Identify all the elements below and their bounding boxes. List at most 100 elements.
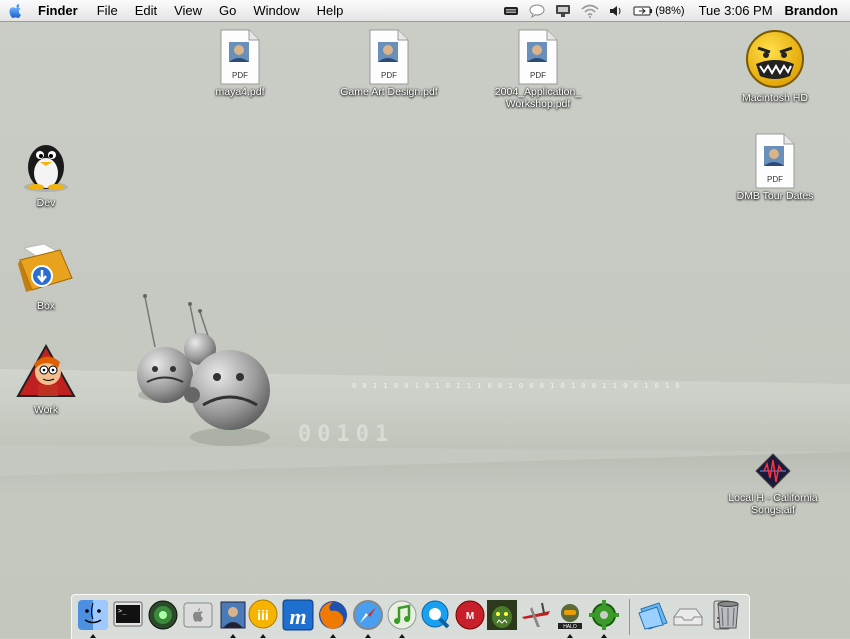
terminal-icon: >_	[113, 601, 143, 627]
wifi-icon[interactable]	[581, 4, 599, 18]
svg-text:M: M	[466, 611, 474, 622]
desktop-icon-dev[interactable]: Dev	[0, 135, 101, 209]
dock-item-maya[interactable]: m	[282, 599, 314, 631]
dock-item-ichat[interactable]: iii	[247, 599, 279, 638]
dock-item-finder[interactable]	[77, 599, 109, 638]
dock-item-system-preferences[interactable]	[182, 599, 214, 631]
pdf-file-icon: PDF	[754, 132, 796, 189]
menu-help[interactable]: Help	[317, 3, 344, 18]
puzzle-gear-icon	[589, 600, 619, 630]
svg-text:iii: iii	[257, 607, 269, 623]
dock-item-puzzle[interactable]	[588, 599, 620, 638]
chat-icon: iii	[248, 599, 278, 629]
desktop-icon-game-art-design-pdf[interactable]: PDF Game Art Design.pdf	[334, 28, 444, 98]
finder-icon	[78, 600, 108, 630]
menu-app-finder[interactable]: Finder	[38, 3, 78, 18]
menu-go[interactable]: Go	[219, 3, 236, 18]
fry-folder-icon	[16, 343, 76, 397]
pdf-badge: PDF	[381, 71, 397, 80]
menu-clock[interactable]: Tue 3:06 PM	[699, 3, 773, 18]
desktop-icon-box[interactable]: Box	[0, 238, 101, 312]
apple-prefs-icon	[183, 602, 213, 628]
dock-item-airplane[interactable]	[520, 599, 552, 631]
svg-text:HALO: HALO	[563, 624, 577, 630]
pdf-file-icon: PDF	[517, 28, 559, 85]
penguin-folder-icon	[24, 145, 68, 192]
hard-drive-icon	[746, 30, 804, 88]
dock-item-safari[interactable]	[352, 599, 384, 638]
volume-icon[interactable]	[609, 4, 623, 18]
desktop-wallpaper: 0 0 1 1 0 0 1 0 1 0 1 1 1 0 0 1 0 0 0 1 …	[0, 22, 850, 638]
running-indicator	[365, 634, 371, 638]
dock-item-halo[interactable]: HALO	[554, 599, 586, 638]
airplane-icon	[522, 602, 550, 627]
pdf-badge: PDF	[767, 175, 783, 184]
desktop-icon-label: Work	[33, 404, 59, 416]
running-indicator	[399, 634, 405, 638]
preview-icon	[220, 601, 246, 629]
dock-item-documents[interactable]	[637, 599, 669, 631]
battery-percent: (98%)	[655, 4, 685, 17]
running-indicator	[601, 634, 607, 638]
orc-icon	[487, 600, 517, 630]
desktop-icon-label: Macintosh HD	[742, 92, 808, 104]
desktop-icon-label: Game Art Design.pdf	[340, 86, 438, 98]
dock-item-maya-2[interactable]: M	[454, 599, 486, 631]
running-indicator	[260, 634, 266, 638]
dock-item-preview[interactable]	[217, 599, 249, 638]
itunes-icon	[387, 600, 417, 630]
running-indicator	[567, 634, 573, 638]
desktop-icon-label: maya4.pdf	[215, 86, 265, 98]
desktop-icon-work[interactable]: Work	[0, 342, 101, 416]
pdf-file-icon: PDF	[368, 28, 410, 85]
globe-icon	[148, 600, 178, 630]
audio-file-icon	[755, 453, 791, 489]
desktop-icon-maya4-pdf[interactable]: PDF maya4.pdf	[185, 28, 295, 98]
chat-status-icon[interactable]	[529, 4, 545, 18]
desktop-icon-label: Box	[36, 300, 56, 312]
dock-item-quicktime[interactable]	[420, 599, 452, 631]
running-indicator	[330, 634, 336, 638]
dock: >_ iii m M HALO	[71, 594, 750, 639]
dock-item-warcraft[interactable]	[486, 599, 518, 631]
desktop-icon-2004-application-workshop-pdf[interactable]: PDF 2004_Application_Workshop.pdf	[483, 28, 593, 110]
pdf-badge: PDF	[232, 71, 248, 80]
pdf-file-icon: PDF	[219, 28, 261, 85]
desktop-icon-label: 2004_Application_Workshop.pdf	[494, 86, 582, 110]
desktop-icon-label: Local H - California Songs.aif	[728, 492, 818, 516]
documents-stack-icon	[638, 602, 668, 630]
desktop-icon-local-h-california-songs-aif[interactable]: Local H - California Songs.aif	[718, 452, 828, 516]
menu-file[interactable]: File	[97, 3, 118, 18]
pdf-badge: PDF	[530, 71, 546, 80]
desktop-icon-label: Dev	[36, 197, 56, 209]
dock-item-mail[interactable]	[672, 599, 704, 631]
menu-user[interactable]: Brandon	[785, 3, 838, 18]
safari-icon	[353, 600, 383, 630]
halo-icon: HALO	[558, 604, 582, 630]
dock-item-firefox[interactable]	[317, 599, 349, 638]
wallpaper-big-binary: 00101	[298, 422, 395, 447]
running-indicator	[90, 634, 96, 638]
battery-icon[interactable]: (98%)	[633, 4, 685, 17]
display-icon[interactable]	[555, 4, 571, 18]
dock-item-itunes[interactable]	[386, 599, 418, 638]
dropbox-folder-icon	[18, 243, 73, 292]
svg-text:>_: >_	[118, 607, 127, 615]
trash-icon[interactable]	[712, 598, 744, 630]
svg-text:m: m	[289, 604, 306, 629]
dock-item-network-utility[interactable]	[147, 599, 179, 631]
menu-view[interactable]: View	[174, 3, 202, 18]
maya-icon: m	[282, 599, 314, 631]
desktop-icon-dmb-tour-dates[interactable]: PDF DMB Tour Dates	[720, 132, 830, 202]
firefox-icon	[319, 601, 347, 629]
menu-window[interactable]: Window	[253, 3, 299, 18]
menu-bar: Finder File Edit View Go Window Help (98…	[0, 0, 850, 22]
desktop-icon-macintosh-hd[interactable]: Macintosh HD	[720, 28, 830, 104]
menu-edit[interactable]: Edit	[135, 3, 157, 18]
dock-item-terminal[interactable]: >_	[112, 599, 144, 631]
keyboard-icon[interactable]	[503, 5, 519, 17]
apple-menu-icon[interactable]	[8, 3, 24, 19]
maya-logo-icon: M	[455, 600, 485, 630]
wallpaper-binary-text: 0 0 1 1 0 0 1 0 1 0 1 1 1 0 0 1 0 0 0 1 …	[352, 382, 681, 390]
desktop-icon-label: DMB Tour Dates	[736, 190, 814, 202]
